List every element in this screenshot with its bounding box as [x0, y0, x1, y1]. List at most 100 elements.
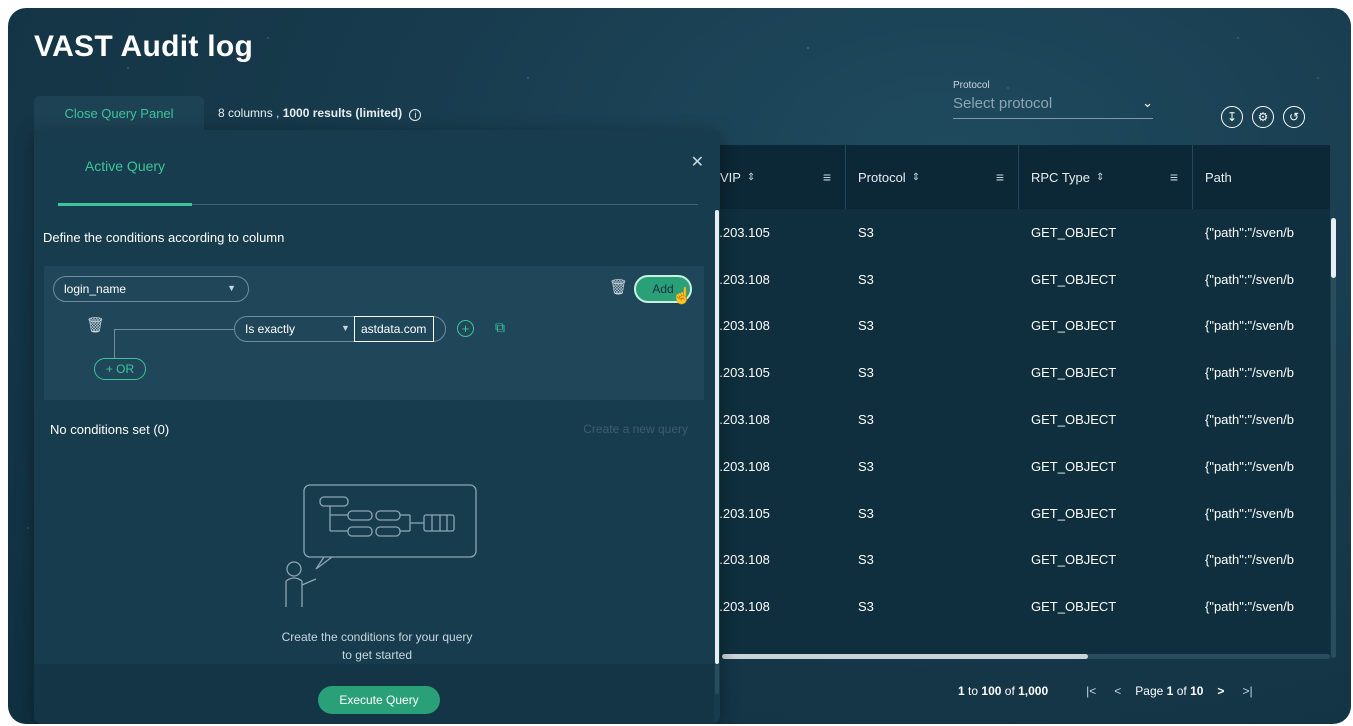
table-cell: GET_OBJECT [1031, 505, 1117, 521]
download-icon[interactable]: ↧ [1221, 106, 1243, 128]
table-cell: S3 [858, 505, 874, 521]
table-cell: 0.203.108 [712, 599, 770, 615]
pagination: 1 to 100 of 1,000 |< < Page 1 of 10 > >| [958, 684, 1257, 698]
first-page-icon[interactable]: |< [1082, 684, 1100, 698]
table-cell: {"path":"/sven/b [1205, 458, 1295, 474]
table-cell: {"path":"/sven/b [1205, 552, 1295, 568]
table-cell: {"path":"/sven/b [1205, 271, 1295, 287]
table-row[interactable]: 0.203.108 S3 GET_OBJECT {"path":"/sven/b [708, 303, 1330, 350]
table-cell: 0.203.108 [712, 458, 770, 474]
column-header-rpc-type[interactable]: RPC Type ⇕ ≡ [1019, 145, 1193, 209]
table-cell: S3 [858, 318, 874, 334]
column-menu-icon[interactable]: ≡ [1170, 169, 1178, 185]
table-cell: {"path":"/sven/b [1205, 365, 1295, 381]
close-icon[interactable]: ✕ [691, 152, 704, 172]
table-cell: 0.203.105 [712, 365, 770, 381]
column-header-path[interactable]: Path [1193, 145, 1330, 209]
table-cell: 0.203.108 [712, 271, 770, 287]
condition-group: login_name ▼ 🗑 Add ☝ 🗑 Is exactly ▼ + ⧉ … [44, 266, 704, 400]
column-header-vip[interactable]: r VIP ⇕ ≡ [708, 145, 846, 209]
results-count: 1000 results (limited) [282, 106, 403, 120]
last-page-icon[interactable]: >| [1238, 684, 1256, 698]
duplicate-icon[interactable]: ⧉ [495, 319, 505, 336]
scrollbar-thumb[interactable] [722, 654, 1088, 659]
toolbar-icons: ↧ ⚙ ↺ [1221, 106, 1305, 128]
table-cell: GET_OBJECT [1031, 599, 1117, 615]
table-cell: {"path":"/sven/b [1205, 318, 1295, 334]
reset-icon[interactable]: ↺ [1283, 106, 1305, 128]
table-row[interactable]: 0.203.108 S3 GET_OBJECT {"path":"/sven/b [708, 537, 1330, 584]
tab-active-indicator [58, 203, 192, 206]
protocol-filter[interactable]: Protocol Select protocol ⌄ [953, 80, 1153, 119]
table-cell: S3 [858, 552, 874, 568]
columns-count: 8 columns , [218, 106, 280, 120]
conditions-status: No conditions set (0) [50, 422, 170, 437]
table-header: r VIP ⇕ ≡ Protocol ⇕ ≡ RPC Type ⇕ ≡ Path [708, 145, 1330, 209]
query-panel: Active Query ✕ Define the conditions acc… [34, 130, 720, 724]
column-header-protocol[interactable]: Protocol ⇕ ≡ [846, 145, 1019, 209]
results-summary: 8 columns , 1000 results (limited) i [218, 106, 422, 121]
instructions-text: Define the conditions according to colum… [43, 230, 285, 245]
table-cell: GET_OBJECT [1031, 318, 1117, 334]
column-menu-icon[interactable]: ≡ [996, 169, 1004, 185]
sort-icon[interactable]: ⇕ [1096, 172, 1104, 183]
prev-page-icon[interactable]: < [1110, 684, 1125, 698]
table-cell: GET_OBJECT [1031, 412, 1117, 428]
add-condition-icon[interactable]: + [457, 320, 474, 337]
sort-icon[interactable]: ⇕ [912, 172, 920, 183]
table-cell: S3 [858, 224, 874, 240]
table-body: 0.203.105 S3 GET_OBJECT {"path":"/sven/b 0.2… [708, 209, 1330, 630]
protocol-select[interactable]: Select protocol ⌄ [953, 95, 1153, 119]
table-cell: GET_OBJECT [1031, 458, 1117, 474]
table-row[interactable]: 0.203.108 S3 GET_OBJECT {"path":"/sven/b [708, 443, 1330, 490]
protocol-filter-label: Protocol [953, 80, 990, 91]
operator-select-value: Is exactly [245, 322, 296, 336]
chevron-down-icon: ⌄ [1142, 95, 1153, 110]
condition-value-input[interactable] [354, 316, 434, 342]
column-select[interactable]: login_name ▼ [53, 276, 249, 302]
table-cell: 0.203.108 [712, 552, 770, 568]
pagination-range: 1 to 100 of 1,000 [958, 684, 1049, 698]
table-row[interactable]: 0.203.108 S3 GET_OBJECT {"path":"/sven/b [708, 583, 1330, 630]
table-cell: 0.203.108 [712, 412, 770, 428]
info-icon[interactable]: i [409, 109, 422, 121]
table-cell: 0.203.108 [712, 318, 770, 334]
table-cell: {"path":"/sven/b [1205, 412, 1295, 428]
table-row[interactable]: 0.203.105 S3 GET_OBJECT {"path":"/sven/b [708, 349, 1330, 396]
panel-scrollbar-track [715, 664, 719, 694]
table-cell: GET_OBJECT [1031, 224, 1117, 240]
panel-scrollbar[interactable] [715, 210, 719, 664]
chevron-down-icon: ▼ [227, 283, 236, 293]
column-menu-icon[interactable]: ≡ [823, 169, 831, 185]
table-row[interactable]: 0.203.108 S3 GET_OBJECT {"path":"/sven/b [708, 256, 1330, 303]
table-vertical-scrollbar[interactable] [1331, 218, 1336, 658]
tab-active-query[interactable]: Active Query [58, 158, 192, 174]
table-cell: GET_OBJECT [1031, 365, 1117, 381]
audit-log-table: r VIP ⇕ ≡ Protocol ⇕ ≡ RPC Type ⇕ ≡ Path… [708, 145, 1330, 658]
sort-icon[interactable]: ⇕ [747, 172, 755, 183]
table-cell: S3 [858, 271, 874, 287]
create-new-query-link[interactable]: Create a new query [583, 422, 688, 436]
close-query-panel-button[interactable]: Close Query Panel [34, 96, 204, 130]
table-horizontal-scrollbar[interactable] [722, 654, 1330, 659]
table-cell: S3 [858, 599, 874, 615]
delete-group-icon[interactable]: 🗑 [609, 278, 628, 296]
table-row[interactable]: 0.203.108 S3 GET_OBJECT {"path":"/sven/b [708, 396, 1330, 443]
table-cell: S3 [858, 365, 874, 381]
table-row[interactable]: 0.203.105 S3 GET_OBJECT {"path":"/sven/b [708, 490, 1330, 537]
execute-query-button[interactable]: Execute Query [318, 686, 440, 714]
table-cell: {"path":"/sven/b [1205, 224, 1295, 240]
page-title: VAST Audit log [34, 30, 254, 63]
add-or-button[interactable]: + OR [94, 358, 146, 380]
empty-state-message: Create the conditions for your query to … [281, 630, 473, 662]
app-window: VAST Audit log Close Query Panel 8 colum… [8, 8, 1351, 724]
settings-icon[interactable]: ⚙ [1252, 106, 1274, 128]
scrollbar-thumb[interactable] [1331, 218, 1336, 278]
next-page-icon[interactable]: > [1213, 684, 1228, 698]
table-cell: S3 [858, 412, 874, 428]
column-select-value: login_name [64, 282, 127, 296]
protocol-select-placeholder: Select protocol [953, 95, 1053, 112]
table-row[interactable]: 0.203.105 S3 GET_OBJECT {"path":"/sven/b [708, 209, 1330, 256]
delete-condition-icon[interactable]: 🗑 [86, 316, 105, 334]
panel-footer: Execute Query [34, 664, 714, 724]
